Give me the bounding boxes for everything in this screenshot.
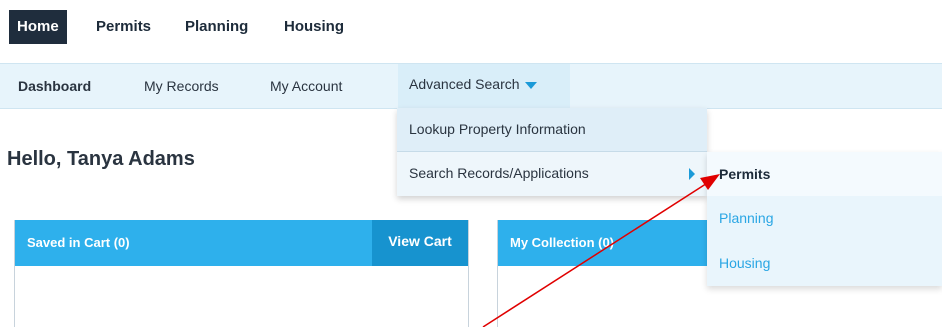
cart-panel-header: Saved in Cart (0) View Cart xyxy=(15,220,468,266)
advanced-search-menu[interactable]: Advanced Search xyxy=(398,64,570,108)
greeting: Hello, Tanya Adams xyxy=(7,148,195,170)
tab-home[interactable]: Home xyxy=(9,10,67,44)
tab-my-account[interactable]: My Account xyxy=(270,64,342,108)
tab-dashboard[interactable]: Dashboard xyxy=(18,64,91,108)
top-navigation: Home Permits Planning Housing xyxy=(0,0,942,56)
caret-down-icon xyxy=(524,81,537,89)
menu-item-search-records[interactable]: Search Records/Applications xyxy=(397,152,707,196)
tab-permits[interactable]: Permits xyxy=(88,10,159,44)
advanced-search-dropdown: Lookup Property Information Search Recor… xyxy=(397,108,707,196)
menu-item-lookup-property[interactable]: Lookup Property Information xyxy=(397,108,707,152)
tab-planning[interactable]: Planning xyxy=(177,10,256,44)
submenu-item-permits[interactable]: Permits xyxy=(707,152,942,196)
view-cart-button[interactable]: View Cart xyxy=(372,220,468,266)
sub-navigation: Dashboard My Records My Account Advanced… xyxy=(0,63,942,109)
tab-my-records[interactable]: My Records xyxy=(144,64,219,108)
caret-right-icon xyxy=(689,168,695,180)
menu-item-search-records-label: Search Records/Applications xyxy=(409,165,589,181)
cart-panel-title: Saved in Cart (0) xyxy=(27,235,130,250)
advanced-search-label: Advanced Search xyxy=(409,76,520,92)
collection-panel-title: My Collection (0) xyxy=(510,235,615,250)
search-records-submenu: Permits Planning Housing xyxy=(707,152,942,286)
tab-housing[interactable]: Housing xyxy=(276,10,352,44)
submenu-item-planning[interactable]: Planning xyxy=(707,196,942,240)
submenu-item-housing[interactable]: Housing xyxy=(707,241,942,285)
cart-panel: Saved in Cart (0) View Cart xyxy=(14,220,469,327)
